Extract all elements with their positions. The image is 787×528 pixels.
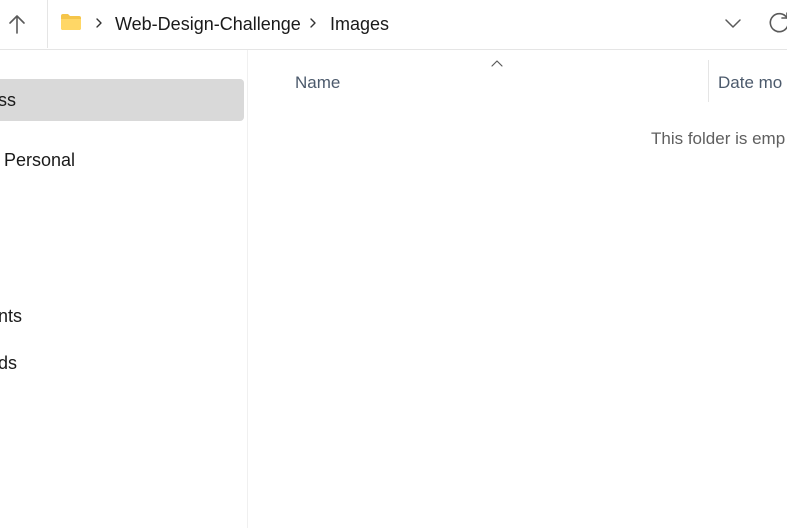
up-button[interactable] [0,6,34,42]
sidebar-item-label: nts [0,306,23,326]
file-list: Name Date mo This folder is emp [248,50,787,528]
chevron-right-icon [310,18,316,28]
sidebar-item-quick-access[interactable]: ss [0,79,244,121]
empty-folder-message: This folder is emp [651,129,786,148]
sidebar-item-label: ds [0,353,18,373]
column-divider[interactable] [708,60,709,102]
sidebar-item-personal[interactable]: Personal [0,139,244,181]
arrow-up-icon [9,15,25,34]
breadcrumb-web-design-challenge[interactable]: Web-Design-Challenge [115,12,301,36]
sidebar-item-label: ss [0,90,16,110]
sidebar-item-documents[interactable]: nts [0,295,244,337]
chevron-down-icon [725,19,741,28]
address-history-dropdown-button[interactable] [720,10,746,36]
sidebar-item-downloads[interactable]: ds [0,342,244,384]
folder-icon [61,14,81,30]
sidebar-item-label: Personal [4,150,76,170]
breadcrumb-images[interactable]: Images [330,12,389,36]
toolbar: Web-Design-Challenge Images [0,0,787,50]
column-header-name[interactable]: Name [295,72,340,94]
chevron-right-icon [96,18,102,28]
refresh-icon[interactable] [766,10,787,36]
sort-ascending-icon [491,60,503,67]
address-bar[interactable]: Web-Design-Challenge Images [47,0,787,48]
navigation-pane: ss Personal nts ds [0,50,248,528]
column-header-date-modified[interactable]: Date mo [718,72,782,94]
